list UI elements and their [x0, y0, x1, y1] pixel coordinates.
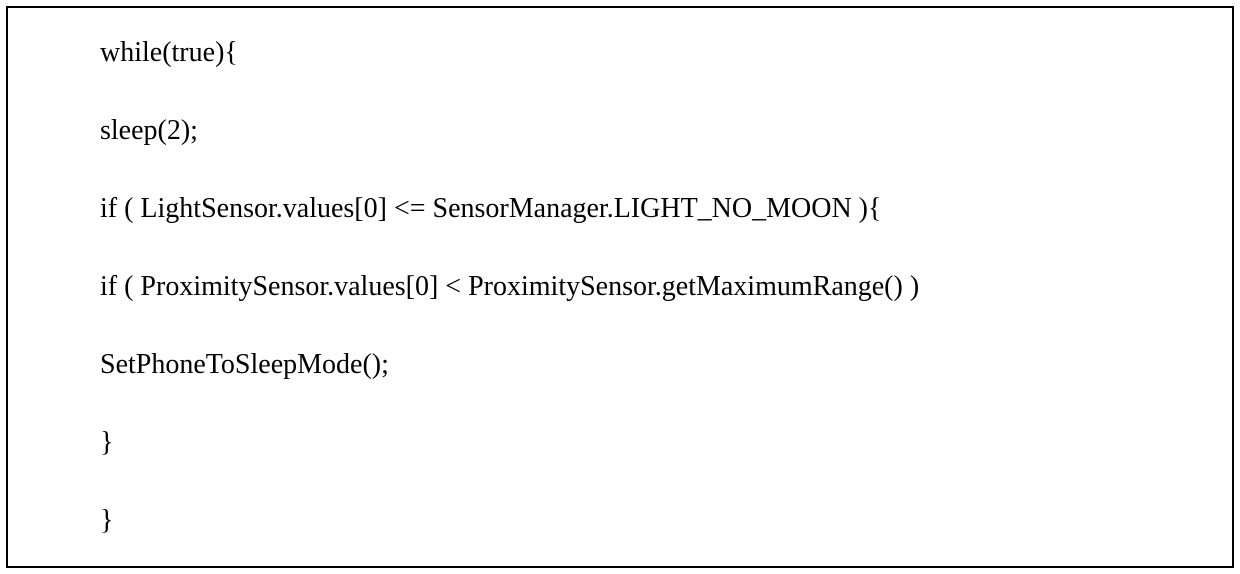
- code-line-1: while(true){: [100, 36, 1232, 70]
- code-line-4: if ( ProximitySensor.values[0] < Proximi…: [100, 270, 1232, 304]
- code-line-3: if ( LightSensor.values[0] <= SensorMana…: [100, 192, 1232, 226]
- code-line-6: }: [100, 426, 1232, 460]
- code-line-5: SetPhoneToSleepMode();: [100, 348, 1232, 382]
- code-box: while(true){ sleep(2); if ( LightSensor.…: [6, 6, 1234, 568]
- code-line-7: }: [100, 504, 1232, 538]
- code-line-2: sleep(2);: [100, 114, 1232, 148]
